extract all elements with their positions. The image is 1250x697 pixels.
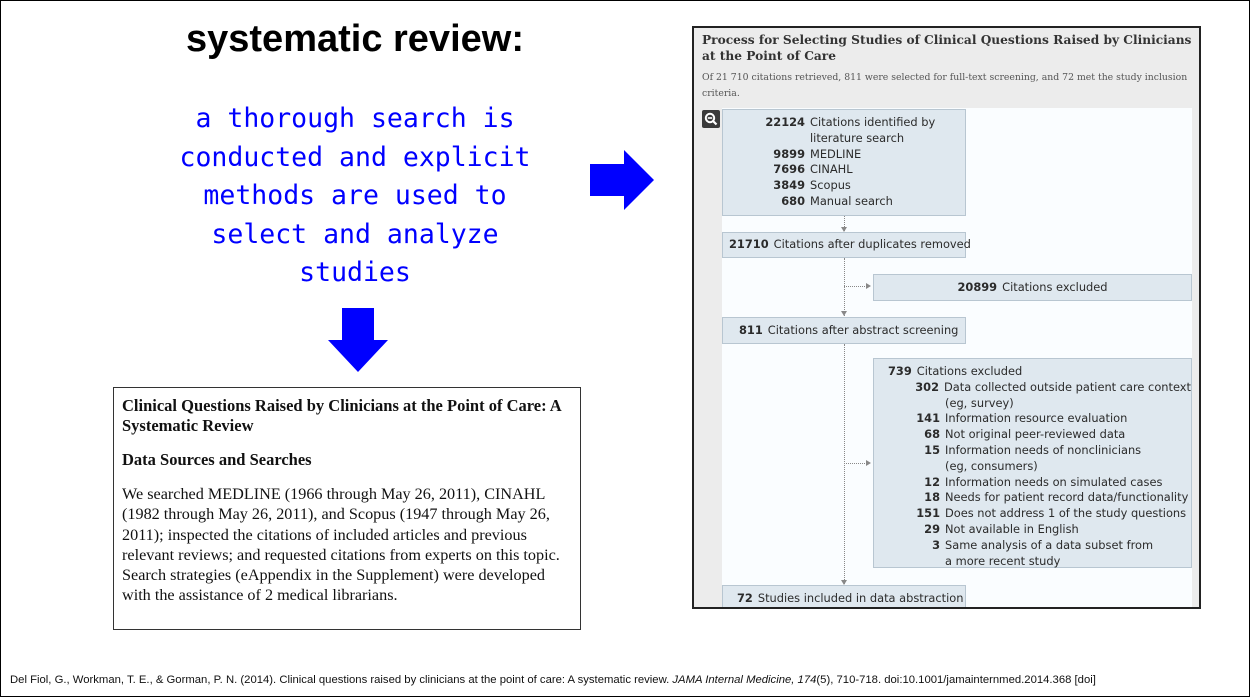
label: Not available in English <box>945 521 1079 536</box>
flowchart-title: Process for Selecting Studies of Clinica… <box>702 33 1192 63</box>
label: Citations excluded <box>916 364 1023 378</box>
arrow-right-icon <box>590 150 654 210</box>
arrow-down-icon <box>328 308 388 372</box>
box-citations-identified: 22124 Citations identified by literature … <box>722 109 966 216</box>
label: CINAHL <box>810 162 853 177</box>
count: 18 <box>924 490 940 505</box>
label: Not original peer-reviewed data <box>945 427 1126 442</box>
label: Citations identified by <box>810 115 936 129</box>
count <box>888 554 940 570</box>
count: 29 <box>924 521 940 536</box>
label: Scopus <box>810 178 851 193</box>
box-citations-excluded-2: 739 Citations excluded 302 Data collected … <box>873 358 1192 568</box>
label: Data collected outside patient care cont… <box>944 379 1191 394</box>
label: Needs for patient record data/functional… <box>945 490 1189 505</box>
citation-journal: JAMA Internal Medicine, <box>672 674 795 686</box>
count: 12 <box>924 474 940 489</box>
label: Manual search <box>810 193 893 208</box>
label: Information needs of nonclinicians <box>945 442 1142 457</box>
label: Does not address 1 of the study question… <box>945 506 1187 521</box>
abstract-body: We searched MEDLINE (1966 through May 26… <box>122 485 560 605</box>
count: 739 <box>888 364 912 378</box>
citation-volume: 174 <box>794 674 817 686</box>
label: literature search <box>810 130 905 145</box>
flowchart-figure: Process for Selecting Studies of Clinica… <box>692 26 1201 609</box>
count: 811 <box>739 323 763 337</box>
abstract-section-heading: Data Sources and Searches <box>122 450 312 469</box>
box-studies-included: 72 Studies included in data abstraction <box>722 585 966 607</box>
connector-arrowhead <box>866 283 871 289</box>
count: 141 <box>916 411 940 426</box>
count: 22124 <box>765 115 805 129</box>
label: Citations excluded <box>1002 280 1108 294</box>
count: 21710 <box>729 237 769 251</box>
count: 151 <box>916 506 940 521</box>
label: Citations after abstract screening <box>767 323 959 337</box>
label: a more recent study <box>945 553 1061 568</box>
citation-authors-title: Del Fiol, G., Workman, T. E., & Gorman, … <box>10 674 673 686</box>
label: Information resource evaluation <box>945 411 1128 426</box>
label: (eg, consumers) <box>945 458 1038 473</box>
count: 9899 <box>773 146 805 161</box>
count: 302 <box>915 379 940 394</box>
label: Studies included in data abstraction <box>757 591 964 605</box>
count: 680 <box>781 193 805 208</box>
box-citations-excluded-1: 20899 Citations excluded <box>873 274 1192 301</box>
box-after-abstract-screening: 811 Citations after abstract screening <box>722 317 966 344</box>
citation-details: (5), 710-718. doi:10.1001/jamainternmed.… <box>816 674 1096 686</box>
count: 3 <box>932 537 940 552</box>
connector-arrowhead <box>866 460 871 466</box>
reference-citation: Del Fiol, G., Workman, T. E., & Gorman, … <box>10 674 1240 686</box>
count: 15 <box>924 442 940 457</box>
label: (eg, survey) <box>945 395 1014 410</box>
connector-line <box>844 344 845 588</box>
definition-text: a thorough search is conducted and expli… <box>179 103 531 288</box>
count <box>888 396 940 412</box>
count <box>743 131 805 147</box>
box-after-duplicates: 21710 Citations after duplicates removed <box>722 232 971 258</box>
abstract-title: Clinical Questions Raised by Clinicians … <box>122 396 561 435</box>
magnifier-icon[interactable] <box>702 110 720 128</box>
label: Citations after duplicates removed <box>773 237 971 251</box>
count: 7696 <box>773 162 805 177</box>
connector-arrowhead <box>841 311 847 316</box>
label: MEDLINE <box>810 146 862 161</box>
label: Information needs on simulated cases <box>945 474 1163 489</box>
count <box>888 459 940 475</box>
abstract-excerpt: Clinical Questions Raised by Clinicians … <box>113 387 581 630</box>
count: 20899 <box>957 280 998 294</box>
count: 72 <box>737 591 753 605</box>
count: 3849 <box>773 178 805 193</box>
label: Same analysis of a data subset from <box>945 537 1154 552</box>
count: 68 <box>924 427 940 442</box>
slide-title: systematic review: <box>186 18 524 60</box>
connector-line <box>844 258 845 318</box>
flowchart-subtitle: Of 21 710 citations retrieved, 811 were … <box>702 72 1188 99</box>
